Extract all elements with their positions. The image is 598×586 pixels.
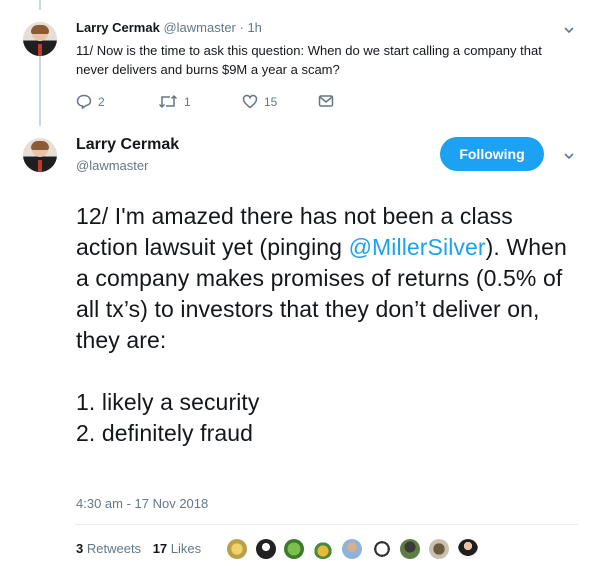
like-count: 15 (264, 94, 278, 109)
liker-avatar[interactable] (458, 539, 478, 559)
author-name[interactable]: Larry Cermak @lawmaster · 1h (76, 20, 262, 35)
list-item: 1. likely a security (76, 389, 260, 415)
liker-avatar[interactable] (313, 539, 333, 559)
like-button[interactable]: 15 (242, 94, 277, 109)
retweet-icon (158, 94, 178, 109)
chevron-down-icon[interactable] (563, 24, 575, 36)
liker-avatar[interactable] (429, 539, 449, 559)
message-icon (318, 95, 334, 107)
liker-avatar[interactable] (342, 539, 362, 559)
author-handle[interactable]: @lawmaster (76, 158, 148, 173)
divider (75, 524, 578, 525)
liker-avatar[interactable] (400, 539, 420, 559)
retweet-stat[interactable]: 3 Retweets (76, 541, 145, 556)
like-stat[interactable]: 17 Likes (153, 541, 201, 556)
chevron-down-icon[interactable] (563, 150, 575, 162)
reply-icon (76, 94, 92, 109)
author-name[interactable]: Larry Cermak (76, 136, 179, 154)
liker-avatar[interactable] (227, 539, 247, 559)
author-handle[interactable]: @lawmaster (163, 20, 235, 35)
avatar[interactable] (23, 22, 57, 56)
tweet-text: 12/ I'm amazed there has not been a clas… (76, 201, 581, 449)
tweet-timestamp[interactable]: 4:30 am - 17 Nov 2018 (76, 496, 208, 511)
avatar[interactable] (23, 138, 57, 172)
heart-icon (242, 94, 258, 109)
liker-avatar[interactable] (372, 539, 392, 559)
direct-message-button[interactable] (318, 94, 334, 108)
mention-link[interactable]: @MillerSilver (349, 234, 486, 260)
reply-button[interactable]: 2 (76, 94, 105, 109)
liker-avatar[interactable] (284, 539, 304, 559)
thread-line-top (39, 0, 41, 10)
retweet-button[interactable]: 1 (158, 94, 191, 109)
list-item: 2. definitely fraud (76, 420, 254, 446)
liker-avatar[interactable] (256, 539, 276, 559)
reply-count: 2 (98, 94, 105, 109)
tweet-time[interactable]: · 1h (240, 20, 262, 35)
tweet-text: 11/ Now is the time to ask this question… (76, 43, 542, 77)
thread-line-middle (39, 56, 41, 126)
tweet-stats: 3 Retweets 17 Likes (76, 541, 201, 556)
retweet-count: 1 (184, 94, 191, 109)
following-button[interactable]: Following (440, 137, 544, 171)
